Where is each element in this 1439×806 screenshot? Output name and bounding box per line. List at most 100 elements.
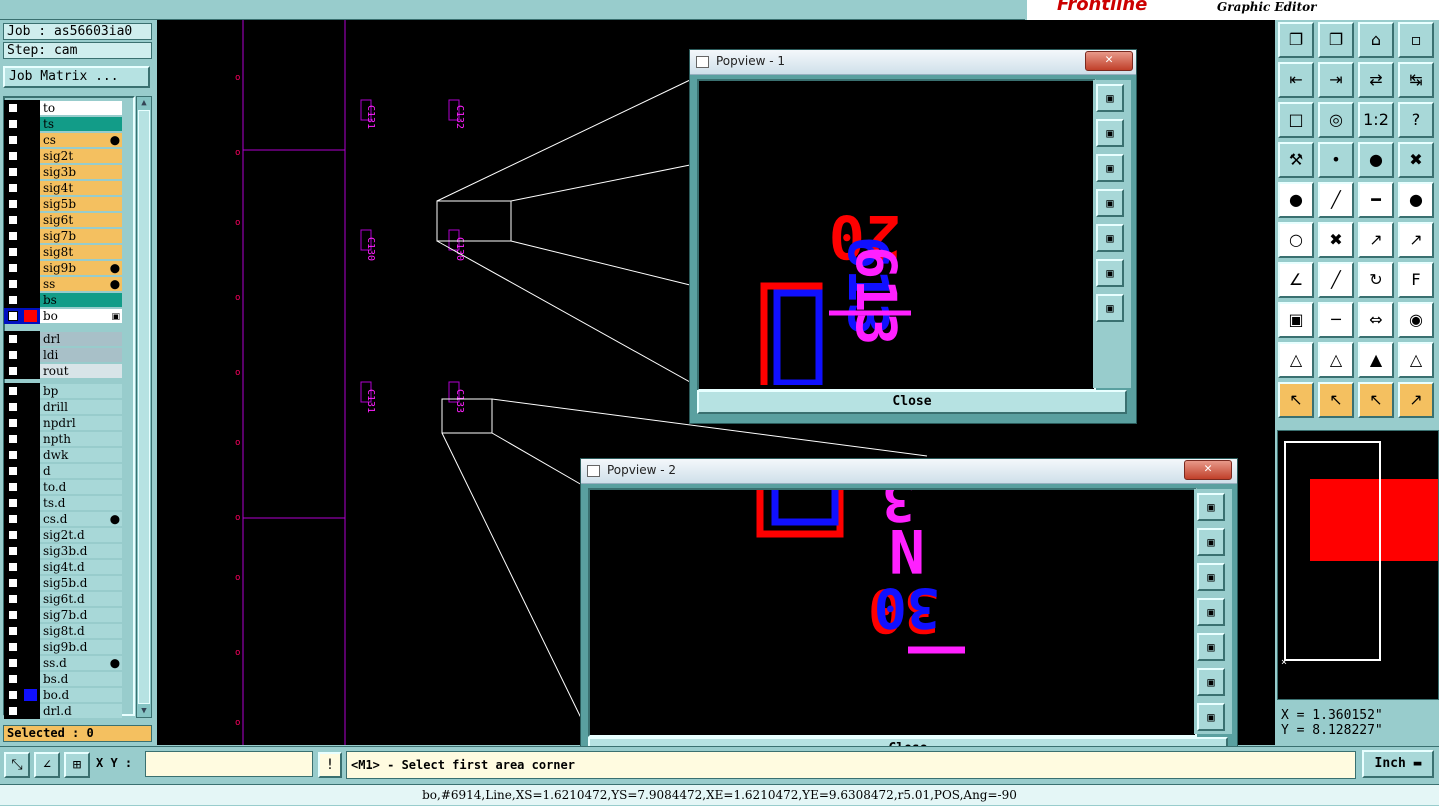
zoom-out-icon[interactable]: ▣	[1096, 154, 1124, 182]
layer-name[interactable]: drl.d	[40, 704, 122, 718]
layer-name[interactable]: drl	[40, 332, 122, 346]
layer-name[interactable]: to	[40, 101, 122, 115]
overview-preview[interactable]: ×	[1277, 430, 1439, 700]
layer-name[interactable]: bp	[40, 384, 122, 398]
zoom-vertical-icon[interactable]: ▣	[1197, 703, 1225, 731]
angle-icon[interactable]: ∠	[1278, 262, 1314, 298]
layer-checkbox-area[interactable]	[4, 292, 40, 308]
layer-name[interactable]: sig2t.d	[40, 528, 122, 542]
layer-row-ss[interactable]: ss ⬤	[4, 276, 122, 292]
layer-name[interactable]: sig8t	[40, 245, 122, 259]
layer-checkbox[interactable]	[8, 546, 18, 556]
circle-pad-icon[interactable]: ●	[1398, 182, 1434, 218]
layer-name[interactable]: sig4t	[40, 181, 122, 195]
zoom-area-icon[interactable]: □	[1278, 102, 1314, 138]
line-draw-icon[interactable]: ╱	[1318, 182, 1354, 218]
layer-row-cs[interactable]: cs ⬤	[4, 132, 122, 148]
zoom-in-icon[interactable]: ▣	[1096, 119, 1124, 147]
layer-row-bs-d[interactable]: bs.d	[4, 671, 122, 687]
layer-row-sig2t[interactable]: sig2t	[4, 148, 122, 164]
layer-row-drl-d[interactable]: drl.d	[4, 703, 122, 719]
layer-checkbox-area[interactable]	[4, 180, 40, 196]
layer-checkbox-area[interactable]	[4, 543, 40, 559]
layer-checkbox[interactable]	[8, 466, 18, 476]
pan-flip-icon[interactable]: ⇄	[1358, 62, 1394, 98]
layer-checkbox-area[interactable]	[4, 148, 40, 164]
ruler-icon[interactable]: ━	[1358, 182, 1394, 218]
job-matrix-button[interactable]: Job Matrix ...	[3, 66, 150, 88]
layer-checkbox[interactable]	[8, 103, 18, 113]
layer-row-sig2t-d[interactable]: sig2t.d	[4, 527, 122, 543]
layer-row-sig8t-d[interactable]: sig8t.d	[4, 623, 122, 639]
layer-checkbox-area[interactable]	[4, 228, 40, 244]
layer-checkbox-area[interactable]	[4, 415, 40, 431]
layer-checkbox-area[interactable]	[4, 212, 40, 228]
measure-icon[interactable]: ⇔	[1358, 302, 1394, 338]
xy-input[interactable]	[145, 751, 313, 777]
layer-checkbox[interactable]	[8, 366, 18, 376]
popview-2-canvas[interactable]: 3 N 30 30	[588, 488, 1197, 737]
layer-name[interactable]: sig6t	[40, 213, 122, 227]
zoom-fit-icon[interactable]: ▣	[1096, 259, 1124, 287]
layer-checkbox-area[interactable]	[4, 276, 40, 292]
layer-checkbox-area[interactable]	[4, 164, 40, 180]
layer-checkbox-area[interactable]	[4, 479, 40, 495]
layer-row-sig6t-d[interactable]: sig6t.d	[4, 591, 122, 607]
layer-checkbox-area[interactable]	[4, 399, 40, 415]
layer-name[interactable]: dwk	[40, 448, 122, 462]
layer-name[interactable]: npth	[40, 432, 122, 446]
scroll-thumb[interactable]	[138, 110, 150, 704]
layer-checkbox-area[interactable]	[4, 639, 40, 655]
unit-select[interactable]: Inch ▬	[1362, 750, 1434, 778]
pointer-net-icon[interactable]: ↗	[1398, 382, 1434, 418]
layer-row-sig9b-d[interactable]: sig9b.d	[4, 639, 122, 655]
popview-2-titlebar[interactable]: Popview - 2 ✕	[581, 459, 1237, 484]
layer-row-sig9b[interactable]: sig9b ⬤	[4, 260, 122, 276]
layer-checkbox-area[interactable]	[4, 671, 40, 687]
zoom-one-to-one-icon[interactable]: 1:2	[1358, 102, 1394, 138]
layer-checkbox[interactable]	[8, 263, 18, 273]
layer-checkbox[interactable]	[8, 642, 18, 652]
layer-row-bo-d[interactable]: bo.d	[4, 687, 122, 703]
triangle-hatch-icon[interactable]: △	[1398, 342, 1434, 378]
layer-checkbox[interactable]	[8, 498, 18, 508]
zoom-in-icon[interactable]: ▣	[1197, 528, 1225, 556]
move-icon[interactable]: ↗	[1358, 222, 1394, 258]
layer-name[interactable]: bs.d	[40, 672, 122, 686]
layer-name[interactable]: sig9b.d	[40, 640, 122, 654]
popview-1-titlebar[interactable]: Popview - 1 ✕	[690, 50, 1136, 75]
layer-row-drill[interactable]: drill	[4, 399, 122, 415]
layer-name[interactable]: ldi	[40, 348, 122, 362]
layer-name[interactable]: sig9b ⬤	[40, 261, 122, 275]
zoom-fit-icon[interactable]: ▣	[1197, 668, 1225, 696]
layer-checkbox-area[interactable]	[4, 331, 40, 347]
pointer-rotate-icon[interactable]: ↖	[1358, 382, 1394, 418]
layer-checkbox-area[interactable]	[4, 511, 40, 527]
layer-checkbox[interactable]	[8, 482, 18, 492]
layer-row-sig5b[interactable]: sig5b	[4, 196, 122, 212]
layer-row-npdrl[interactable]: npdrl	[4, 415, 122, 431]
layer-name[interactable]: ss ⬤	[40, 277, 122, 291]
layer-checkbox[interactable]	[8, 295, 18, 305]
layer-checkbox-area[interactable]	[4, 607, 40, 623]
layer-name[interactable]: ts	[40, 117, 122, 131]
layer-row-sig3b[interactable]: sig3b	[4, 164, 122, 180]
layer-checkbox[interactable]	[8, 215, 18, 225]
layer-checkbox[interactable]	[8, 562, 18, 572]
layer-checkbox-area[interactable]	[4, 347, 40, 363]
layer-checkbox[interactable]	[8, 434, 18, 444]
layer-checkbox-area[interactable]	[4, 463, 40, 479]
layer-row-ts-d[interactable]: ts.d	[4, 495, 122, 511]
layer-name[interactable]: sig4t.d	[40, 560, 122, 574]
zoom-box-icon[interactable]: ⤡	[4, 752, 30, 778]
popview-1-canvas[interactable]: 20 613 613	[697, 79, 1096, 391]
layer-checkbox-area[interactable]	[4, 100, 40, 116]
layer-row-sig3b-d[interactable]: sig3b.d	[4, 543, 122, 559]
slash-icon[interactable]: ╱	[1318, 262, 1354, 298]
layer-row-bo[interactable]: bo ▣	[4, 308, 122, 324]
layer-checkbox[interactable]	[8, 151, 18, 161]
layer-row-drl[interactable]: drl	[4, 331, 122, 347]
pointer-select-icon[interactable]: ↖	[1318, 382, 1354, 418]
pan-right-icon[interactable]: ⇥	[1318, 62, 1354, 98]
layer-checkbox[interactable]	[8, 626, 18, 636]
